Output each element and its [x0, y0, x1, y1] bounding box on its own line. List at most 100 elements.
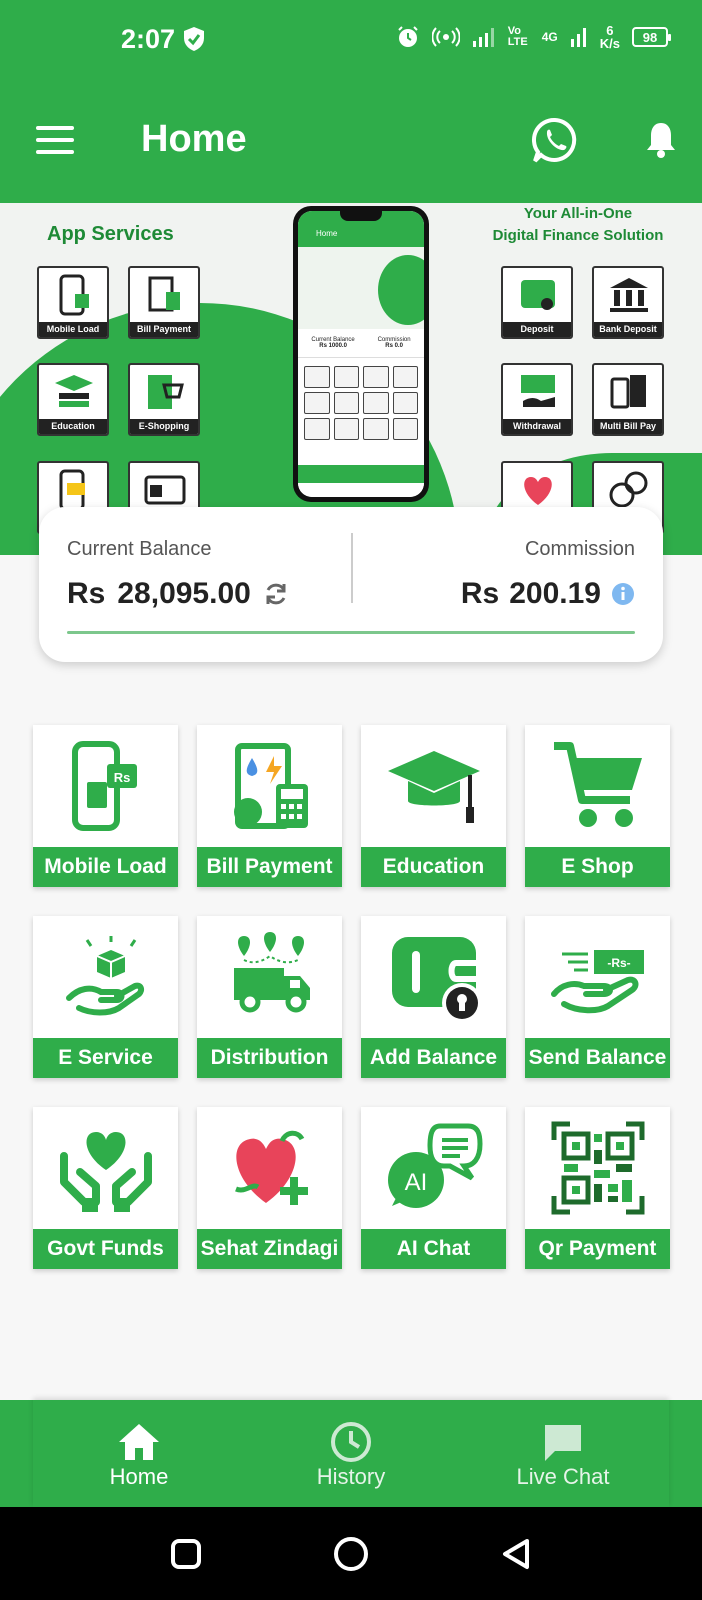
- phone-balance: Current Balance Rs 1000.0 Commission Rs 0.…: [298, 329, 424, 358]
- banner-tile-education: Education: [37, 363, 109, 436]
- shop-icon: [148, 375, 184, 409]
- banner-tile-e-shopping: E-Shopping: [128, 363, 200, 436]
- wallet-icon: [391, 937, 482, 1023]
- banner-tile-label: Mobile Load: [39, 322, 107, 337]
- whatsapp-icon[interactable]: [530, 116, 580, 166]
- system-navigation-bar: [0, 1507, 702, 1600]
- nav-label: Home: [109, 1464, 169, 1489]
- service-sehat-zindagi[interactable]: Sehat Zindagi: [197, 1107, 342, 1269]
- service-e-shop[interactable]: E Shop: [525, 725, 670, 887]
- balance-underline: [67, 631, 635, 634]
- phone-system-nav: [298, 483, 424, 497]
- svg-text:Rs: Rs: [113, 770, 130, 785]
- service-label: Bill Payment: [197, 847, 342, 887]
- phone-mockup: Home Current Balance Rs 1000.0 Commission…: [293, 206, 429, 502]
- ticket-icon: [144, 475, 186, 505]
- app-header-bar: 2:07 Vo LTE 4G 6 K/s 98 Home: [0, 0, 702, 203]
- nav-label: Live Chat: [516, 1464, 610, 1489]
- home-circle-icon[interactable]: [333, 1536, 369, 1572]
- signal-icon: [472, 28, 494, 47]
- discount-phone-icon: [59, 469, 85, 511]
- service-label: Add Balance: [361, 1038, 506, 1078]
- current-balance: Rs 28,095.00: [67, 577, 289, 611]
- qr-code-icon: [551, 1121, 644, 1215]
- service-label: AI Chat: [361, 1229, 506, 1269]
- phone-commission-value: Rs 0.0: [385, 343, 403, 349]
- mobile-load-icon: Rs: [71, 741, 137, 831]
- banner-tile-multi-bill-pay: Multi Bill Pay: [592, 363, 664, 436]
- alarm-icon: [398, 26, 418, 47]
- service-distribution[interactable]: Distribution: [197, 916, 342, 1078]
- banner-right-title-line2: Digital Finance Solution: [492, 227, 664, 244]
- commission-value: 200.19: [509, 577, 601, 610]
- back-icon[interactable]: [500, 1537, 532, 1571]
- heart-health-icon: [234, 1130, 308, 1205]
- service-label: Education: [361, 847, 506, 887]
- commission-label: Commission: [524, 538, 635, 560]
- banner-tile-mobile-load: Mobile Load: [37, 266, 109, 339]
- service-label: Qr Payment: [525, 1229, 670, 1269]
- hotspot-icon: [431, 27, 460, 47]
- ai-chat-icon: AI: [387, 1123, 483, 1208]
- send-money-icon: -Rs-: [550, 950, 644, 1014]
- service-label: Mobile Load: [33, 847, 178, 887]
- chat-bubble-icon: [545, 1425, 581, 1461]
- service-mobile-load[interactable]: Rs Mobile Load: [33, 725, 178, 887]
- nav-home[interactable]: Home: [39, 1420, 239, 1490]
- status-time: 2:07: [121, 24, 176, 54]
- service-label: Sehat Zindagi: [197, 1229, 342, 1269]
- nav-live-chat[interactable]: Live Chat: [463, 1420, 663, 1490]
- service-e-service[interactable]: E Service: [33, 916, 178, 1078]
- banner-left-title: App Services: [47, 223, 174, 245]
- service-add-balance[interactable]: Add Balance: [361, 916, 506, 1078]
- commission: Rs 200.19: [461, 577, 635, 611]
- hamburger-menu-icon[interactable]: [36, 126, 74, 154]
- page-title: Home: [141, 118, 247, 160]
- commission-currency: Rs: [460, 577, 500, 610]
- banner-right-title: Your All-in-One Digital Finance Solution: [478, 203, 678, 247]
- phone-banner: [298, 247, 424, 329]
- banner-tile-label: Bank Deposit: [594, 322, 662, 337]
- wallet-icon: [521, 280, 555, 310]
- nav-history[interactable]: History: [251, 1420, 451, 1490]
- service-label: E Shop: [525, 847, 670, 887]
- current-balance-label: Current Balance: [67, 538, 212, 560]
- service-govt-funds[interactable]: Govt Funds: [33, 1107, 178, 1269]
- refresh-icon[interactable]: [263, 581, 289, 607]
- info-icon[interactable]: [611, 582, 635, 606]
- balance-divider: [351, 533, 353, 603]
- banner-tile-label: Withdrawal: [503, 419, 571, 434]
- recent-apps-icon[interactable]: [170, 1538, 202, 1570]
- service-qr-payment[interactable]: Qr Payment: [525, 1107, 670, 1269]
- banner-tile-label: Deposit: [503, 322, 571, 337]
- promo-banner[interactable]: App Services Your All-in-One Digital Fin…: [0, 203, 702, 555]
- banner-tile-label: Bill Payment: [130, 322, 198, 337]
- service-label: E Service: [33, 1038, 178, 1078]
- heart-icon: [524, 477, 552, 505]
- bank-icon: [610, 278, 648, 312]
- shield-check-icon: [184, 27, 204, 51]
- phone-balance-value: Rs 1000.0: [319, 343, 347, 349]
- bottom-nav: Home History Live Chat: [0, 1400, 702, 1507]
- nav-label: History: [316, 1464, 386, 1489]
- banner-tile-withdrawal: Withdrawal: [501, 363, 573, 436]
- current-balance-currency: Rs: [67, 577, 106, 610]
- service-send-balance[interactable]: -Rs- Send Balance: [525, 916, 670, 1078]
- signal-icon-2: [570, 28, 586, 47]
- banner-tile-label: Multi Bill Pay: [594, 419, 662, 434]
- service-label: Distribution: [197, 1038, 342, 1078]
- ai-chat-small-icon: [609, 471, 648, 508]
- service-ai-chat[interactable]: AI AI Chat: [361, 1107, 506, 1269]
- bell-icon[interactable]: [645, 120, 677, 160]
- banner-tile-deposit: Deposit: [501, 266, 573, 339]
- multi-bill-icon: [610, 375, 646, 409]
- phone-service-grid: [298, 358, 424, 448]
- clock-icon: [331, 1422, 371, 1462]
- service-education[interactable]: Education: [361, 725, 506, 887]
- banner-tile-label: E-Shopping: [130, 419, 198, 434]
- shopping-cart-icon: [553, 742, 642, 827]
- service-bill-payment[interactable]: Bill Payment: [197, 725, 342, 887]
- phone-bottom-nav: [298, 465, 424, 483]
- banner-tile-label: Education: [39, 419, 107, 434]
- status-icons: Vo LTE 4G 6 K/s 98: [396, 24, 671, 50]
